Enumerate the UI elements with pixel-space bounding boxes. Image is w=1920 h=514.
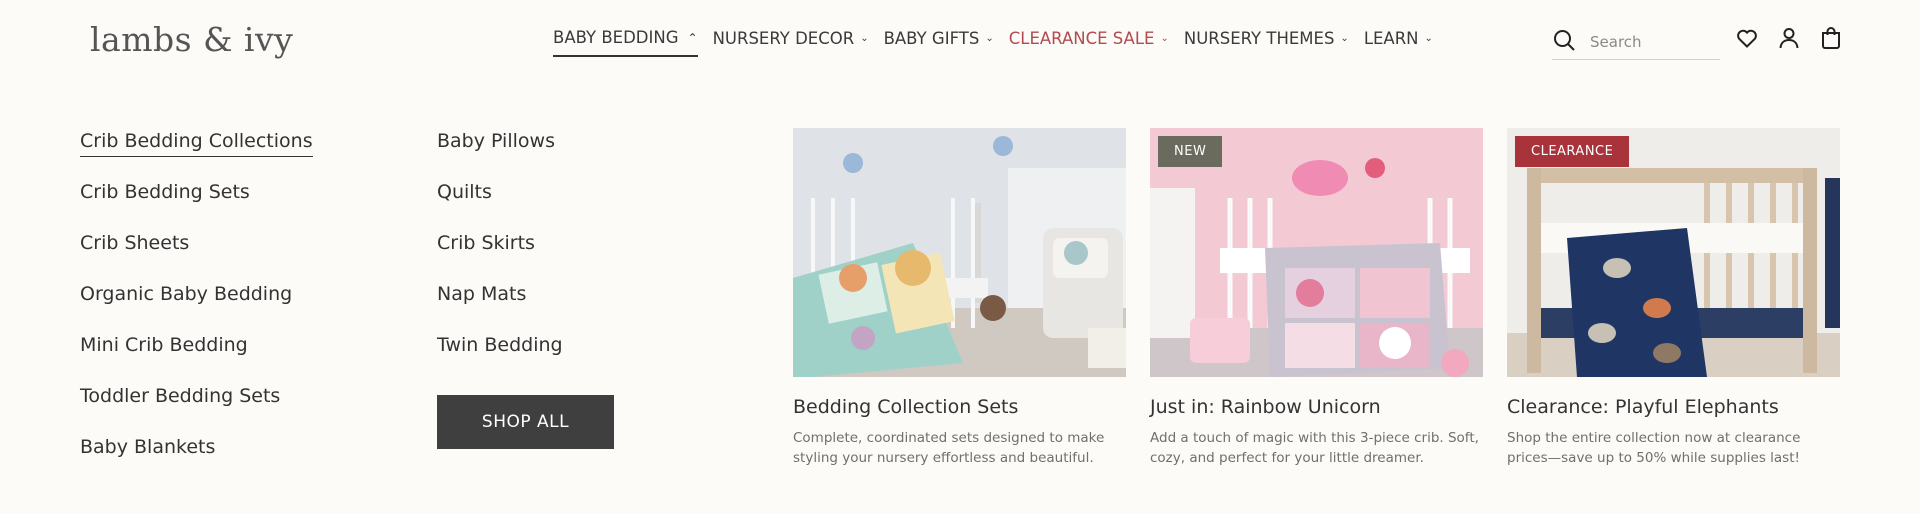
nav-baby-gifts[interactable]: BABY GIFTS ⌄ [884, 29, 994, 56]
menu-link-crib-bedding-sets[interactable]: Crib Bedding Sets [80, 177, 313, 228]
promo-image-bedding-sets[interactable] [793, 128, 1126, 377]
nav-nursery-themes-label: NURSERY THEMES [1183, 29, 1335, 48]
nav-baby-gifts-label: BABY GIFTS [883, 29, 980, 48]
bag-icon[interactable] [1819, 26, 1843, 50]
nav-nursery-decor-label: NURSERY DECOR [712, 29, 855, 48]
user-icon[interactable] [1777, 26, 1801, 50]
chevron-down-icon: ⌄ [985, 33, 994, 44]
nav-nursery-themes[interactable]: NURSERY THEMES ⌄ [1184, 29, 1349, 56]
search-bar [1552, 24, 1720, 60]
promo-title[interactable]: Clearance: Playful Elephants [1507, 396, 1840, 418]
menu-column-1: Crib Bedding Collections Crib Bedding Se… [80, 126, 313, 483]
menu-link-label: Crib Bedding Collections [80, 130, 313, 157]
menu-link-baby-pillows[interactable]: Baby Pillows [437, 126, 563, 177]
shop-all-button[interactable]: SHOP ALL [437, 395, 614, 449]
promo-image-playful-elephants[interactable]: CLEARANCE [1507, 128, 1840, 377]
menu-link-organic-baby-bedding[interactable]: Organic Baby Bedding [80, 279, 313, 330]
nav-learn[interactable]: LEARN ⌄ [1364, 29, 1433, 56]
menu-link-mini-crib-bedding[interactable]: Mini Crib Bedding [80, 330, 313, 381]
promo-description: Add a touch of magic with this 3-piece c… [1150, 430, 1479, 466]
promo-card-playful-elephants: CLEARANCE Clearance: Playful Elephants S… [1507, 128, 1840, 468]
menu-link-crib-sheets[interactable]: Crib Sheets [80, 228, 313, 279]
menu-link-quilts[interactable]: Quilts [437, 177, 563, 228]
menu-link-crib-bedding-collections[interactable]: Crib Bedding Collections [80, 126, 313, 177]
heart-icon[interactable] [1735, 26, 1759, 50]
nav-learn-label: LEARN [1363, 29, 1419, 48]
promo-title[interactable]: Just in: Rainbow Unicorn [1150, 396, 1483, 418]
nav-nursery-decor[interactable]: NURSERY DECOR ⌄ [713, 29, 869, 56]
nav-baby-bedding[interactable]: BABY BEDDING ⌃ [553, 28, 698, 57]
search-icon[interactable] [1552, 28, 1576, 56]
promo-description: Shop the entire collection now at cleara… [1507, 430, 1801, 466]
menu-link-baby-blankets[interactable]: Baby Blankets [80, 432, 313, 483]
nav-clearance-sale-label: CLEARANCE SALE [1008, 29, 1155, 48]
chevron-down-icon: ⌄ [1340, 33, 1349, 44]
promo-description: Complete, coordinated sets designed to m… [793, 430, 1105, 466]
promo-image-rainbow-unicorn[interactable]: NEW [1150, 128, 1483, 377]
chevron-up-icon: ⌃ [687, 30, 698, 45]
promo-title[interactable]: Bedding Collection Sets [793, 396, 1126, 418]
menu-link-crib-skirts[interactable]: Crib Skirts [437, 228, 563, 279]
chevron-down-icon: ⌄ [1424, 33, 1433, 44]
nav-baby-bedding-label: BABY BEDDING [553, 28, 679, 47]
menu-column-2: Baby Pillows Quilts Crib Skirts Nap Mats… [437, 126, 563, 381]
main-nav: BABY BEDDING ⌃ NURSERY DECOR ⌄ BABY GIFT… [553, 28, 1448, 57]
clearance-badge: CLEARANCE [1515, 136, 1630, 167]
promo-card-bedding-sets: Bedding Collection Sets Complete, coordi… [793, 128, 1126, 468]
chevron-down-icon: ⌄ [860, 33, 869, 44]
brand-logo[interactable]: lambs & ivy [90, 20, 293, 59]
promo-card-rainbow-unicorn: NEW Just in: Rainbow Unicorn Add a touch… [1150, 128, 1483, 468]
new-badge: NEW [1158, 136, 1223, 167]
nav-clearance-sale[interactable]: CLEARANCE SALE ⌄ [1009, 29, 1169, 56]
menu-link-twin-bedding[interactable]: Twin Bedding [437, 330, 563, 381]
header-icons [1735, 26, 1843, 50]
chevron-down-icon: ⌄ [1160, 33, 1169, 44]
menu-link-nap-mats[interactable]: Nap Mats [437, 279, 563, 330]
search-input[interactable] [1590, 32, 1710, 51]
menu-link-toddler-bedding-sets[interactable]: Toddler Bedding Sets [80, 381, 313, 432]
